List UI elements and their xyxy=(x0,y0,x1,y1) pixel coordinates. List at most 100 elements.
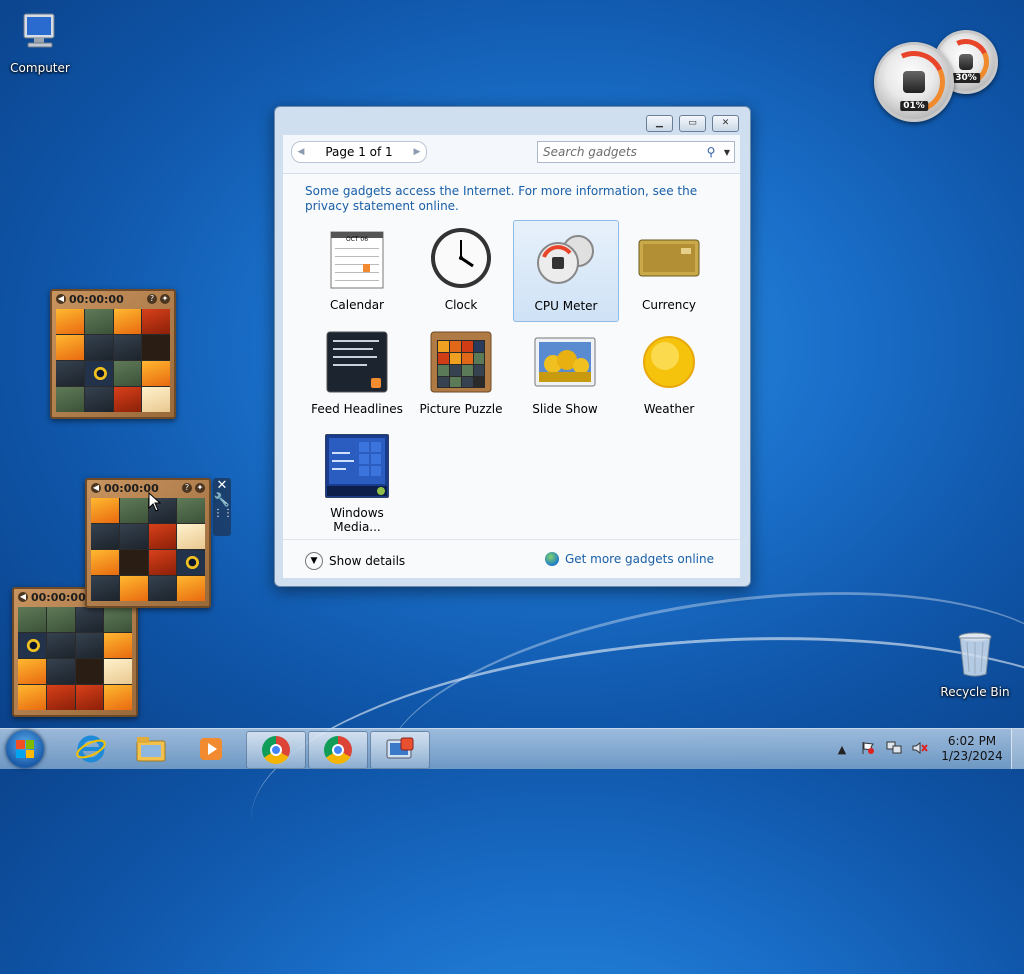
close-icon[interactable]: ✕ xyxy=(213,478,231,493)
puzzle-tile[interactable] xyxy=(46,607,75,632)
wrench-icon[interactable]: 🔧 xyxy=(213,493,231,508)
puzzle-tile[interactable] xyxy=(119,576,148,601)
puzzle-tile[interactable] xyxy=(177,524,205,549)
puzzle-tile[interactable] xyxy=(113,335,142,360)
puzzle-tile[interactable] xyxy=(113,309,142,334)
prev-page-icon[interactable]: ◀ xyxy=(292,147,310,157)
puzzle-tile[interactable] xyxy=(46,685,75,710)
close-button[interactable]: ✕ xyxy=(712,115,739,132)
volume-muted-icon[interactable] xyxy=(911,741,929,758)
puzzle-tile[interactable] xyxy=(84,335,113,360)
timer-toggle-icon[interactable]: ◀ xyxy=(18,592,28,602)
solve-icon[interactable]: ✦ xyxy=(195,483,205,493)
puzzle-tile[interactable] xyxy=(104,633,132,658)
puzzle-tile[interactable] xyxy=(75,685,104,710)
privacy-notice-link[interactable]: Some gadgets access the Internet. For mo… xyxy=(305,184,715,214)
show-hidden-icons-button[interactable]: ▲ xyxy=(833,743,851,756)
get-more-gadgets-link[interactable]: Get more gadgets online xyxy=(544,552,714,566)
puzzle-tile[interactable] xyxy=(84,361,113,386)
chevron-down-icon[interactable]: ▼ xyxy=(720,148,734,157)
show-desktop-button[interactable] xyxy=(1011,729,1024,769)
solve-icon[interactable]: ✦ xyxy=(160,294,170,304)
puzzle-tile[interactable] xyxy=(91,550,119,575)
taskbar-ie[interactable] xyxy=(62,731,120,767)
puzzle-tile[interactable] xyxy=(142,309,170,334)
drag-handle-icon[interactable]: ⋮⋮ xyxy=(213,508,233,519)
maximize-button[interactable]: ▭ xyxy=(679,115,706,132)
help-icon[interactable]: ? xyxy=(182,483,192,493)
puzzle-tile[interactable] xyxy=(46,633,75,658)
help-icon[interactable]: ? xyxy=(147,294,157,304)
picture-puzzle-gadget[interactable]: ◀ 00:00:00 ? ✦ xyxy=(50,289,176,419)
gadget-slide-show[interactable]: Slide Show xyxy=(513,324,617,424)
gadget-clock[interactable]: Clock xyxy=(409,220,513,320)
next-page-icon[interactable]: ▶ xyxy=(408,147,426,157)
flag-icon[interactable] xyxy=(859,741,877,758)
puzzle-tile[interactable] xyxy=(46,659,75,684)
puzzle-tile[interactable] xyxy=(113,361,142,386)
puzzle-tile[interactable] xyxy=(18,659,46,684)
taskbar-media-player[interactable] xyxy=(182,731,240,767)
puzzle-tile[interactable] xyxy=(177,550,205,575)
gadget-calendar[interactable]: OCT 06 Calendar xyxy=(305,220,409,320)
puzzle-tile-empty[interactable] xyxy=(75,659,104,684)
taskbar-explorer[interactable] xyxy=(122,731,180,767)
taskbar-chrome-1[interactable] xyxy=(246,731,306,769)
puzzle-tile-empty[interactable] xyxy=(142,335,170,360)
taskbar-clock[interactable]: 6:02 PM 1/23/2024 xyxy=(933,734,1011,764)
cpu-meter-gadget[interactable]: 30% 01% xyxy=(872,28,1002,128)
puzzle-tile[interactable] xyxy=(18,685,46,710)
puzzle-tile[interactable] xyxy=(104,659,132,684)
puzzle-tile[interactable] xyxy=(148,576,177,601)
puzzle-tile[interactable] xyxy=(84,387,113,412)
puzzle-tile[interactable] xyxy=(56,309,84,334)
gadget-label: Currency xyxy=(641,298,697,312)
puzzle-tile[interactable] xyxy=(56,387,84,412)
puzzle-tile-empty[interactable] xyxy=(119,550,148,575)
puzzle-tile[interactable] xyxy=(84,309,113,334)
gadget-picture-puzzle[interactable]: Picture Puzzle xyxy=(409,324,513,424)
timer-toggle-icon[interactable]: ◀ xyxy=(91,483,101,493)
puzzle-tile[interactable] xyxy=(148,550,177,575)
puzzle-tile[interactable] xyxy=(18,633,46,658)
puzzle-tile[interactable] xyxy=(91,524,119,549)
puzzle-tile[interactable] xyxy=(142,361,170,386)
puzzle-tile[interactable] xyxy=(177,576,205,601)
puzzle-tile[interactable] xyxy=(56,361,84,386)
puzzle-tile[interactable] xyxy=(56,335,84,360)
gadget-windows-media-center[interactable]: Windows Media... xyxy=(305,428,409,534)
puzzle-tile[interactable] xyxy=(148,524,177,549)
puzzle-tile[interactable] xyxy=(104,607,132,632)
search-box[interactable]: Search gadgets ⚲ ▼ xyxy=(537,141,735,163)
taskbar-gadgets[interactable] xyxy=(370,731,430,769)
puzzle-tile[interactable] xyxy=(119,498,148,523)
puzzle-tile[interactable] xyxy=(113,387,142,412)
puzzle-tile[interactable] xyxy=(119,524,148,549)
puzzle-grid[interactable] xyxy=(18,607,132,710)
puzzle-tile[interactable] xyxy=(142,387,170,412)
puzzle-tile[interactable] xyxy=(75,633,104,658)
gadget-feed-headlines[interactable]: Feed Headlines xyxy=(305,324,409,424)
window-titlebar[interactable]: ▁ ▭ ✕ xyxy=(275,107,750,135)
gadget-cpu-meter[interactable]: CPU Meter xyxy=(513,220,619,322)
taskbar-chrome-2[interactable] xyxy=(308,731,368,769)
start-button[interactable] xyxy=(6,730,44,768)
network-icon[interactable] xyxy=(885,741,903,758)
puzzle-tile[interactable] xyxy=(91,576,119,601)
puzzle-tile[interactable] xyxy=(75,607,104,632)
timer-toggle-icon[interactable]: ◀ xyxy=(56,294,66,304)
puzzle-tile[interactable] xyxy=(91,498,119,523)
search-input[interactable]: Search gadgets xyxy=(538,145,702,159)
gadget-weather[interactable]: Weather xyxy=(617,324,721,424)
minimize-button[interactable]: ▁ xyxy=(646,115,673,132)
puzzle-grid[interactable] xyxy=(56,309,170,412)
gadget-currency[interactable]: Currency xyxy=(617,220,721,320)
desktop-icon-recycle-bin[interactable]: Recycle Bin xyxy=(935,630,1015,699)
puzzle-grid[interactable] xyxy=(91,498,205,601)
puzzle-tile[interactable] xyxy=(104,685,132,710)
desktop-icon-computer[interactable]: Computer xyxy=(0,10,80,75)
puzzle-tile[interactable] xyxy=(18,607,46,632)
show-details-button[interactable]: ▼ Show details xyxy=(305,552,405,570)
search-icon[interactable]: ⚲ xyxy=(702,145,720,159)
puzzle-tile[interactable] xyxy=(177,498,205,523)
